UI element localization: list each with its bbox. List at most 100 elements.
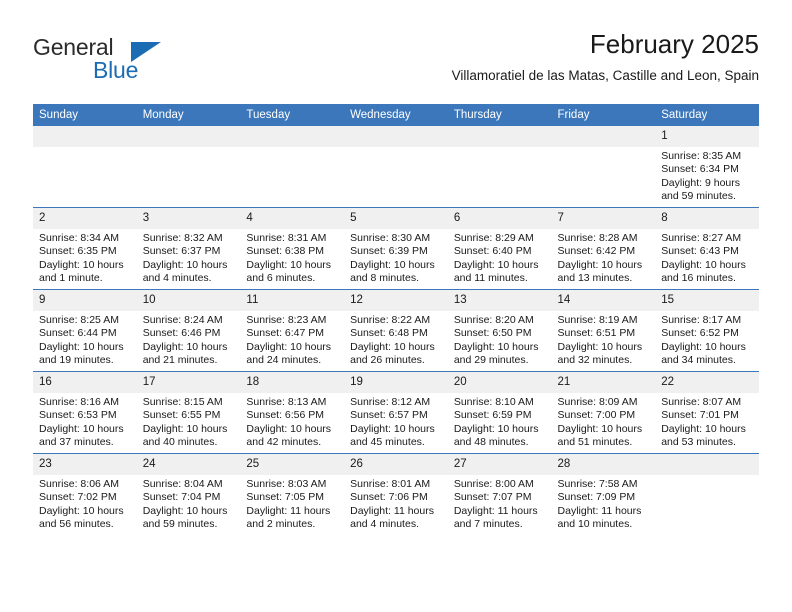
day-number: 27 (447, 454, 552, 475)
day-daylight-2-text: and 13 minutes. (557, 272, 633, 285)
day-daylight-1-text: Daylight: 10 hours (350, 422, 435, 435)
day-daylight-1-text: Daylight: 10 hours (453, 422, 539, 435)
day-daylight-1-text: Daylight: 11 hours (557, 504, 642, 517)
day-number (136, 126, 241, 147)
day-sun-info: Sunrise: 8:15 AM Sunset: 6:55 PM Daylight:… (137, 393, 241, 450)
day-sunrise-text: Sunrise: 8:09 AM (557, 396, 638, 408)
calendar-day-cell[interactable]: 11 Sunrise: 8:23 AM Sunset: 6:47 PM Dayligh… (240, 289, 345, 372)
day-number: 6 (447, 208, 552, 229)
calendar-day-cell[interactable]: 6 Sunrise: 8:29 AM Sunset: 6:40 PM Daylight… (447, 207, 552, 290)
day-number (344, 126, 448, 147)
day-sunrise-text: Sunrise: 8:01 AM (350, 478, 431, 490)
calendar-day-cell[interactable]: 1 Sunrise: 8:35 AM Sunset: 6:34 PM Daylight… (655, 126, 759, 208)
calendar-day-cell[interactable]: 9 Sunrise: 8:25 AM Sunset: 6:44 PM Daylight… (33, 289, 137, 372)
day-number: 18 (240, 372, 345, 393)
day-sunset-text: Sunset: 7:05 PM (246, 491, 325, 504)
day-daylight-1-text: Daylight: 10 hours (142, 340, 228, 353)
day-sunset-text: Sunset: 7:01 PM (661, 409, 739, 422)
day-sun-info: Sunrise: 8:27 AM Sunset: 6:43 PM Daylight:… (655, 229, 759, 286)
day-sunset-text: Sunset: 6:48 PM (350, 327, 428, 340)
day-sun-info: Sunrise: 8:03 AM Sunset: 7:05 PM Daylight:… (240, 475, 344, 532)
day-daylight-1-text: Daylight: 10 hours (350, 258, 435, 271)
calendar-day-cell[interactable]: 25 Sunrise: 8:03 AM Sunset: 7:05 PM Dayligh… (240, 453, 345, 535)
calendar-day-cell[interactable]: 15 Sunrise: 8:17 AM Sunset: 6:52 PM Dayligh… (655, 289, 759, 372)
calendar-day-cell[interactable]: 24 Sunrise: 8:04 AM Sunset: 7:04 PM Dayligh… (136, 453, 241, 535)
day-daylight-2-text: and 48 minutes. (453, 436, 529, 449)
calendar-week-row: 9 Sunrise: 8:25 AM Sunset: 6:44 PM Daylight… (33, 289, 759, 372)
day-sunset-text: Sunset: 6:47 PM (246, 327, 325, 340)
weekday-header-row: Sunday Monday Tuesday Wednesday Thursday… (33, 104, 759, 126)
calendar-day-cell[interactable]: 2 Sunrise: 8:34 AM Sunset: 6:35 PM Daylight… (33, 207, 137, 290)
day-sunset-text: Sunset: 6:40 PM (453, 245, 532, 258)
day-daylight-1-text: Daylight: 10 hours (246, 340, 332, 353)
calendar-day-cell[interactable]: 5 Sunrise: 8:30 AM Sunset: 6:39 PM Daylight… (344, 207, 448, 290)
day-daylight-1-text: Daylight: 10 hours (661, 340, 746, 353)
day-daylight-2-text: and 19 minutes. (39, 354, 114, 367)
day-sunrise-text: Sunrise: 8:19 AM (557, 314, 638, 326)
day-sunrise-text: Sunrise: 8:16 AM (39, 396, 119, 408)
calendar-day-cell[interactable]: 4 Sunrise: 8:31 AM Sunset: 6:38 PM Daylight… (240, 207, 345, 290)
calendar-day-cell[interactable]: 23 Sunrise: 8:06 AM Sunset: 7:02 PM Dayligh… (33, 453, 137, 535)
day-daylight-1-text: Daylight: 11 hours (246, 504, 331, 517)
day-daylight-1-text: Daylight: 10 hours (39, 340, 124, 353)
day-daylight-2-text: and 45 minutes. (350, 436, 425, 449)
day-number: 22 (655, 372, 759, 393)
calendar-day-cell[interactable]: 12 Sunrise: 8:22 AM Sunset: 6:48 PM Dayligh… (344, 289, 448, 372)
day-daylight-1-text: Daylight: 10 hours (142, 258, 228, 271)
calendar-day-cell[interactable]: 26 Sunrise: 8:01 AM Sunset: 7:06 PM Dayligh… (344, 453, 448, 535)
calendar-day-cell[interactable]: 18 Sunrise: 8:13 AM Sunset: 6:56 PM Dayligh… (240, 371, 345, 454)
day-number: 7 (551, 208, 656, 229)
day-sunset-text: Sunset: 6:51 PM (557, 327, 636, 340)
day-sunset-text: Sunset: 6:53 PM (39, 409, 117, 422)
day-sunrise-text: Sunrise: 8:34 AM (39, 232, 119, 244)
day-sun-info: Sunrise: 8:24 AM Sunset: 6:46 PM Daylight:… (137, 311, 241, 368)
day-daylight-2-text: and 40 minutes. (142, 436, 218, 449)
day-sun-info: Sunrise: 7:58 AM Sunset: 7:09 PM Daylight:… (552, 475, 656, 532)
calendar-day-cell[interactable]: 27 Sunrise: 8:00 AM Sunset: 7:07 PM Dayligh… (447, 453, 552, 535)
calendar-day-cell[interactable]: 8 Sunrise: 8:27 AM Sunset: 6:43 PM Daylight… (655, 207, 759, 290)
calendar-day-cell[interactable]: 17 Sunrise: 8:15 AM Sunset: 6:55 PM Dayligh… (136, 371, 241, 454)
day-number: 26 (344, 454, 448, 475)
calendar-day-cell[interactable]: 10 Sunrise: 8:24 AM Sunset: 6:46 PM Dayligh… (136, 289, 241, 372)
day-daylight-2-text: and 2 minutes. (246, 518, 316, 531)
day-sun-info: Sunrise: 8:29 AM Sunset: 6:40 PM Daylight:… (448, 229, 552, 286)
calendar-day-cell[interactable]: 3 Sunrise: 8:32 AM Sunset: 6:37 PM Daylight… (136, 207, 241, 290)
day-sunrise-text: Sunrise: 8:04 AM (142, 478, 223, 490)
calendar-day-cell-empty (655, 453, 759, 535)
day-number: 10 (136, 290, 241, 311)
weekday-header-monday: Monday (136, 104, 241, 126)
day-sun-info: Sunrise: 8:04 AM Sunset: 7:04 PM Daylight:… (137, 475, 241, 532)
day-sunrise-text: Sunrise: 8:22 AM (350, 314, 431, 326)
calendar-day-cell[interactable]: 7 Sunrise: 8:28 AM Sunset: 6:42 PM Daylight… (551, 207, 656, 290)
calendar-page: General Blue February 2025 Villamoratiel… (0, 0, 792, 612)
day-number: 11 (240, 290, 345, 311)
day-sun-info: Sunrise: 8:31 AM Sunset: 6:38 PM Daylight:… (240, 229, 344, 286)
calendar-day-cell[interactable]: 20 Sunrise: 8:10 AM Sunset: 6:59 PM Dayligh… (447, 371, 552, 454)
day-sunset-text: Sunset: 6:38 PM (246, 245, 325, 258)
day-sun-info: Sunrise: 8:00 AM Sunset: 7:07 PM Daylight:… (448, 475, 552, 532)
calendar-day-cell[interactable]: 13 Sunrise: 8:20 AM Sunset: 6:50 PM Dayligh… (447, 289, 552, 372)
day-sun-info: Sunrise: 8:23 AM Sunset: 6:47 PM Daylight:… (240, 311, 344, 368)
day-sunrise-text: Sunrise: 8:20 AM (453, 314, 534, 326)
day-daylight-1-text: Daylight: 10 hours (557, 422, 643, 435)
day-daylight-2-text: and 29 minutes. (453, 354, 529, 367)
day-sunrise-text: Sunrise: 8:24 AM (142, 314, 223, 326)
calendar-day-cell[interactable]: 22 Sunrise: 8:07 AM Sunset: 7:01 PM Dayligh… (655, 371, 759, 454)
day-daylight-1-text: Daylight: 10 hours (246, 422, 332, 435)
calendar-day-cell[interactable]: 16 Sunrise: 8:16 AM Sunset: 6:53 PM Dayligh… (33, 371, 137, 454)
day-sun-info: Sunrise: 8:01 AM Sunset: 7:06 PM Daylight:… (344, 475, 448, 532)
calendar-day-cell[interactable]: 14 Sunrise: 8:19 AM Sunset: 6:51 PM Dayligh… (551, 289, 656, 372)
calendar-day-cell-empty (240, 126, 345, 208)
calendar-day-cell[interactable]: 19 Sunrise: 8:12 AM Sunset: 6:57 PM Dayligh… (344, 371, 448, 454)
calendar-day-cell[interactable]: 28 Sunrise: 7:58 AM Sunset: 7:09 PM Dayligh… (551, 453, 656, 535)
day-sunrise-text: Sunrise: 8:29 AM (453, 232, 534, 244)
day-daylight-1-text: Daylight: 10 hours (39, 422, 124, 435)
day-daylight-1-text: Daylight: 10 hours (39, 504, 124, 517)
day-sunset-text: Sunset: 6:57 PM (350, 409, 428, 422)
calendar-day-cell[interactable]: 21 Sunrise: 8:09 AM Sunset: 7:00 PM Dayligh… (551, 371, 656, 454)
day-daylight-1-text: Daylight: 9 hours (661, 176, 741, 189)
day-sun-info: Sunrise: 8:16 AM Sunset: 6:53 PM Daylight:… (33, 393, 137, 450)
general-blue-logo[interactable]: General Blue (33, 34, 213, 90)
day-daylight-1-text: Daylight: 10 hours (661, 258, 746, 271)
day-daylight-2-text: and 6 minutes. (246, 272, 316, 285)
